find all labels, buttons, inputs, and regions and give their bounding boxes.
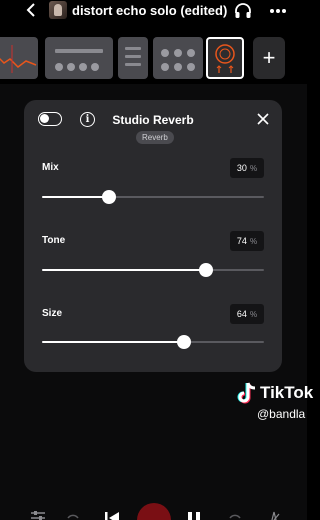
plus-icon: + (262, 45, 276, 70)
tone-label: Tone (42, 235, 66, 246)
reverb-fx-icon (215, 44, 235, 73)
size-label: Size (42, 308, 63, 319)
size-slider[interactable] (42, 335, 264, 349)
more-options-icon[interactable] (268, 2, 288, 20)
project-title[interactable]: distort echo solo (edited) (72, 3, 227, 18)
preset-badge[interactable]: Reverb (136, 131, 174, 144)
fx-slot-eq[interactable] (45, 37, 113, 79)
fx-slot-compressor[interactable] (118, 37, 148, 79)
tone-slider-thumb[interactable] (199, 263, 214, 277)
tiktok-watermark-text: TikTok (260, 383, 314, 402)
close-icon[interactable] (256, 112, 270, 126)
project-thumbnail (49, 1, 67, 19)
undo-icon[interactable] (64, 510, 80, 520)
tone-slider[interactable] (42, 263, 264, 277)
mix-slider-thumb[interactable] (101, 190, 116, 204)
skip-back-icon[interactable] (104, 510, 120, 520)
tiktok-logo-icon (236, 381, 258, 405)
size-value-field[interactable]: 64 % (230, 304, 264, 324)
headphones-icon[interactable] (234, 2, 252, 20)
mix-value-field[interactable]: 30 % (230, 158, 264, 178)
fx-slot-reverb-active[interactable] (206, 37, 244, 79)
mix-slider-fill (42, 196, 109, 198)
size-slider-fill (42, 341, 185, 343)
redo-icon[interactable] (228, 510, 244, 520)
size-value: 64 (236, 309, 247, 319)
reverb-panel: i Studio Reverb Reverb Mix 30 % Tone 74 … (24, 100, 282, 372)
fx-slot-delay[interactable] (153, 37, 203, 79)
back-arrow-icon[interactable] (26, 2, 40, 20)
tiktok-handle: @bandla (257, 407, 306, 421)
size-unit: % (249, 309, 258, 319)
panel-title: Studio Reverb (112, 113, 194, 127)
mix-slider[interactable] (42, 190, 264, 204)
mixer-icon[interactable] (30, 510, 46, 520)
top-bar: distort echo solo (edited) (0, 0, 307, 24)
fx-slot-distortion[interactable] (0, 37, 38, 79)
size-slider-thumb[interactable] (177, 335, 192, 349)
mix-unit: % (249, 163, 258, 173)
tone-value-field[interactable]: 74 % (230, 231, 264, 251)
tone-value: 74 (236, 236, 247, 246)
mix-label: Mix (42, 162, 59, 173)
tone-slider-fill (42, 269, 207, 271)
mix-value: 30 (236, 163, 247, 173)
pause-icon[interactable] (186, 510, 202, 520)
add-effect-button[interactable]: + (253, 37, 285, 79)
tone-unit: % (249, 236, 258, 246)
metronome-icon[interactable] (266, 510, 282, 520)
